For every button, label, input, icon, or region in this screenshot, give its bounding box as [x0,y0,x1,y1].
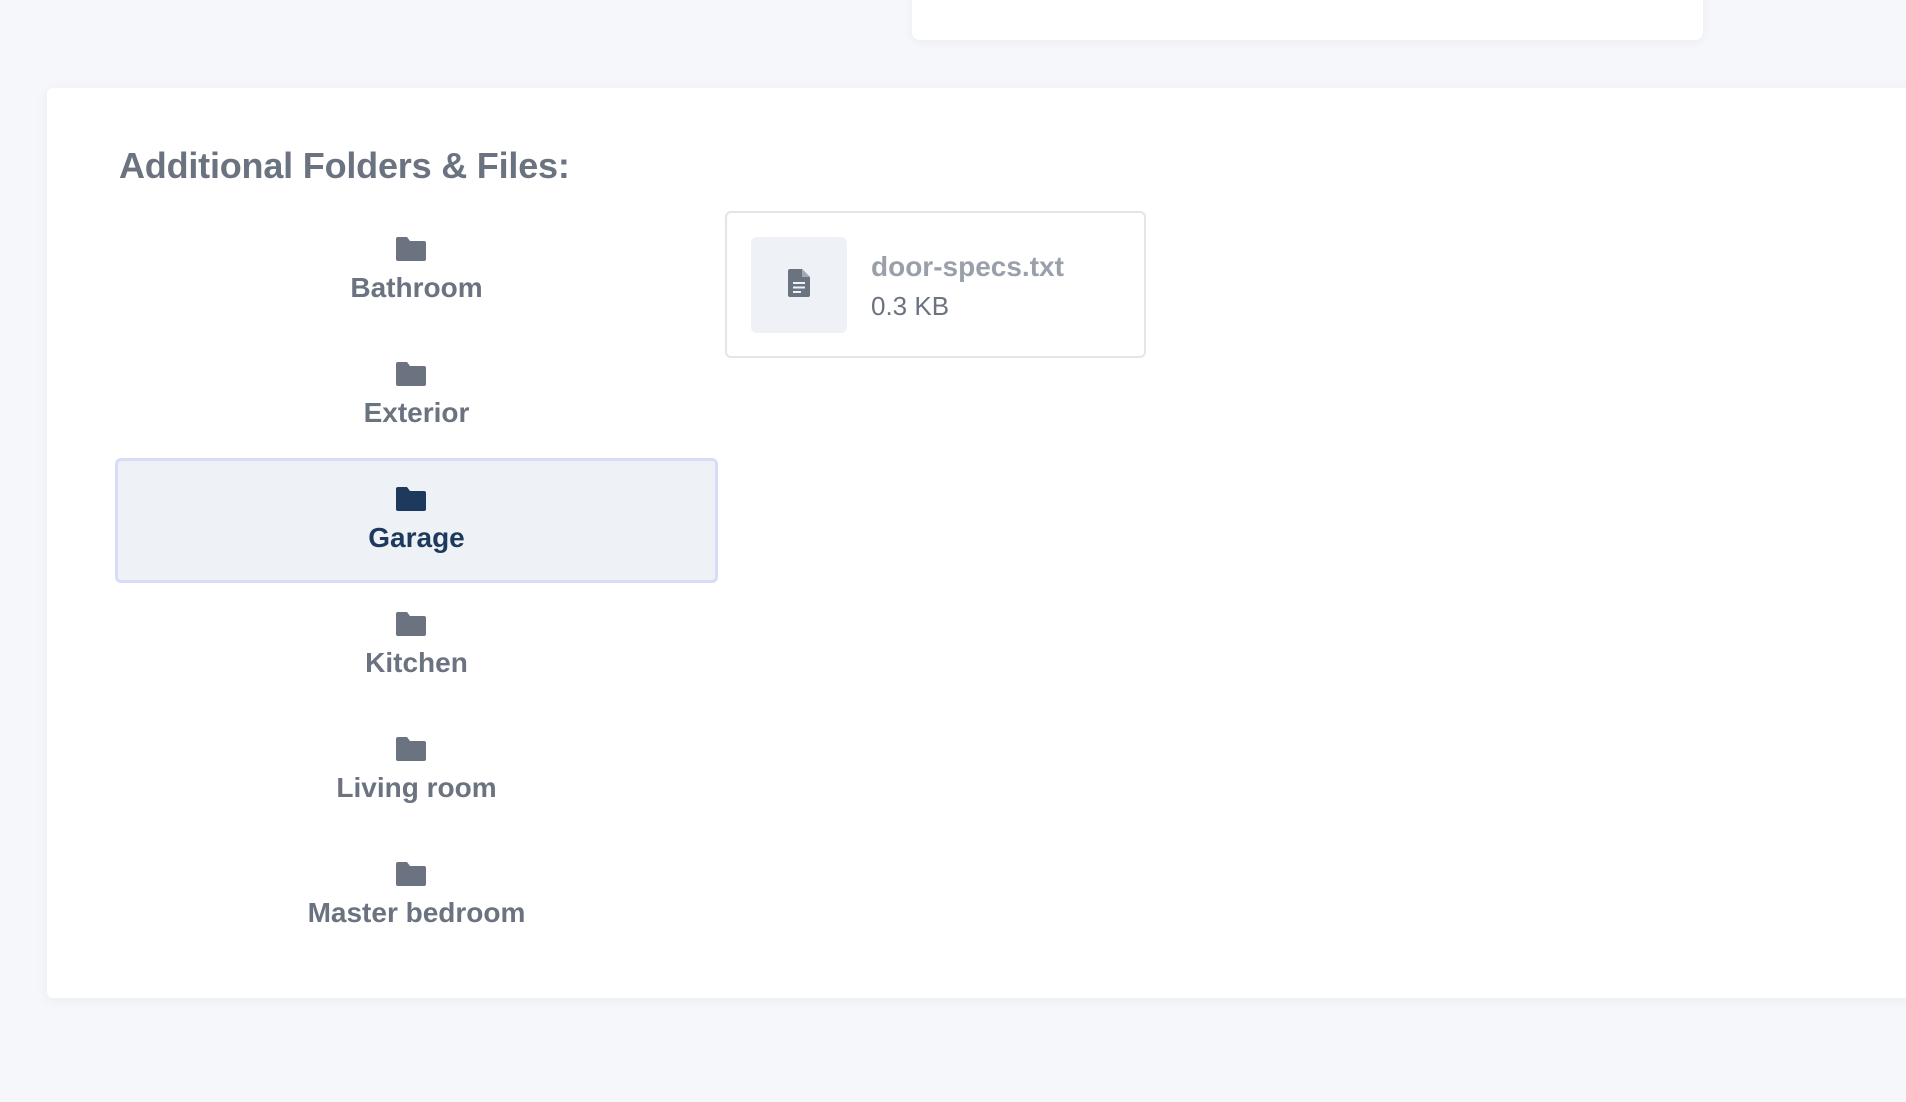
folder-label: Living room [336,771,497,803]
folder-label: Kitchen [365,646,468,678]
folder-item-bathroom[interactable]: Bathroom [115,208,718,333]
top-panel-card [912,0,1703,40]
folder-item-kitchen[interactable]: Kitchen [115,583,718,708]
folder-item-exterior[interactable]: Exterior [115,333,718,458]
section-title: Additional Folders & Files: [119,145,570,186]
file-thumbnail [751,237,847,333]
document-icon [788,268,810,302]
folder-icon [395,236,426,261]
file-size: 0.3 KB [871,291,950,321]
folder-list: Bathroom Exterior Garage Kitchen Living … [115,208,718,958]
folder-icon [395,611,426,636]
folder-item-living-room[interactable]: Living room [115,708,718,833]
folder-icon [395,486,426,511]
folder-label: Garage [368,521,465,553]
folder-icon [395,361,426,386]
additional-files-panel: Additional Folders & Files: Bathroom Ext… [47,88,1906,998]
file-name: door-specs.txt [871,251,1064,282]
folder-icon [395,736,426,761]
folder-label: Master bedroom [307,896,526,928]
folder-item-master-bedroom[interactable]: Master bedroom [115,833,718,958]
folder-icon [395,861,426,886]
file-card[interactable]: door-specs.txt 0.3 KB [725,211,1146,358]
folder-item-garage[interactable]: Garage [115,458,718,583]
folder-label: Bathroom [350,271,483,303]
folder-label: Exterior [363,396,470,428]
